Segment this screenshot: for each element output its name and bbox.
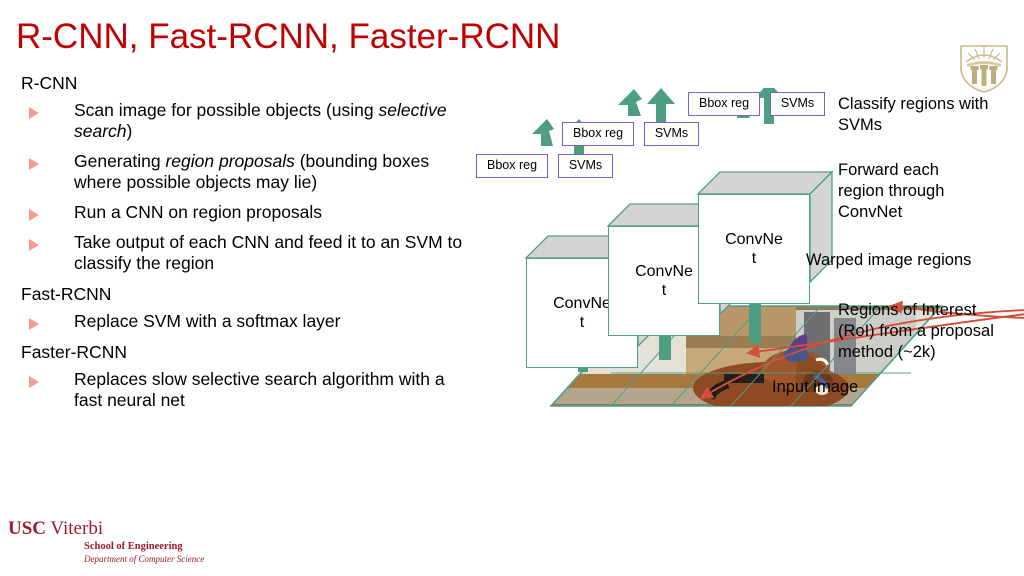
usc-shield-logo xyxy=(955,42,1013,99)
usc-department-text: Department of Computer Science xyxy=(84,554,205,564)
annotation-forward-region: Forward each region through ConvNet xyxy=(838,161,945,221)
bullet-text-part: ) xyxy=(126,121,133,141)
bullet-text-part: Generating xyxy=(74,151,166,171)
section-heading-fast-rcnn: Fast-RCNN xyxy=(21,284,112,304)
usc-wordmark: USC Viterbi xyxy=(8,518,204,540)
slide-canvas: R-CNN, Fast-RCNN, Faster-RCNN R-CNN Scan… xyxy=(0,0,1024,576)
bullet-text-emphasis: region proposals xyxy=(165,151,295,171)
bullet-text: Replace SVM with a softmax layer xyxy=(74,311,341,331)
page-title: R-CNN, Fast-RCNN, Faster-RCNN xyxy=(16,17,561,56)
bullet-text-part: Scan image for possible objects (using xyxy=(74,100,379,120)
list-item: Take output of each CNN and feed it to a… xyxy=(14,232,464,274)
list-item: Run a CNN on region proposals xyxy=(14,202,464,223)
rcnn-pipeline-diagram: ConvNet ConvNet ConvNet Bbox reg SVMs Bb… xyxy=(466,88,1024,418)
convnet-label-text: ConvNet xyxy=(725,231,783,267)
convnet-label-text: ConvNet xyxy=(553,295,611,331)
viterbi-text: Viterbi xyxy=(46,518,104,539)
shield-icon xyxy=(960,45,1008,93)
bbox-reg-chip[interactable]: Bbox reg xyxy=(476,154,548,178)
section-heading-faster-rcnn: Faster-RCNN xyxy=(21,342,127,362)
list-item: Scan image for possible objects (using s… xyxy=(14,100,464,142)
section-heading-rcnn: R-CNN xyxy=(21,73,78,93)
svms-chip[interactable]: SVMs xyxy=(558,154,613,178)
bbox-reg-chip[interactable]: Bbox reg xyxy=(688,92,760,116)
list-item: Replaces slow selective search algorithm… xyxy=(14,369,464,411)
svms-chip[interactable]: SVMs xyxy=(770,92,825,116)
annotation-input-image: Input image xyxy=(772,378,859,396)
convnet-label-text: ConvNet xyxy=(635,263,693,299)
bullet-text: Replaces slow selective search algorithm… xyxy=(74,369,445,410)
usc-viterbi-logo: USC Viterbi School of Engineering Depart… xyxy=(8,518,204,565)
convnet-cube: ConvNet xyxy=(696,170,834,304)
bullet-text: Take output of each CNN and feed it to a… xyxy=(74,232,463,273)
convnet-cube-label: ConvNet xyxy=(698,194,810,304)
bbox-reg-chip[interactable]: Bbox reg xyxy=(562,122,634,146)
bullet-triangle-icon xyxy=(14,311,55,330)
svms-chip[interactable]: SVMs xyxy=(644,122,699,146)
annotation-warped-regions: Warped image regions xyxy=(806,251,972,269)
annotation-roi-proposal: Regions of Interest (RoI) from a proposa… xyxy=(838,301,994,361)
bullet-content-column: R-CNN Scan image for possible objects (u… xyxy=(14,72,464,420)
usc-text: USC xyxy=(8,518,47,539)
bullet-triangle-icon xyxy=(14,202,55,221)
bullet-triangle-icon xyxy=(14,100,55,119)
bullet-text: Generating region proposals (bounding bo… xyxy=(55,151,464,193)
annotation-classify-regions: Classify regions with SVMs xyxy=(838,95,989,134)
bullet-text: Run a CNN on region proposals xyxy=(74,202,323,222)
bullet-triangle-icon xyxy=(14,369,55,388)
bullet-text: Scan image for possible objects (using s… xyxy=(55,100,464,142)
list-item: Generating region proposals (bounding bo… xyxy=(14,151,464,193)
bullet-triangle-icon xyxy=(14,232,55,251)
list-item: Replace SVM with a softmax layer xyxy=(14,311,464,332)
usc-school-text: School of Engineering xyxy=(84,541,183,552)
bullet-triangle-icon xyxy=(14,151,55,170)
